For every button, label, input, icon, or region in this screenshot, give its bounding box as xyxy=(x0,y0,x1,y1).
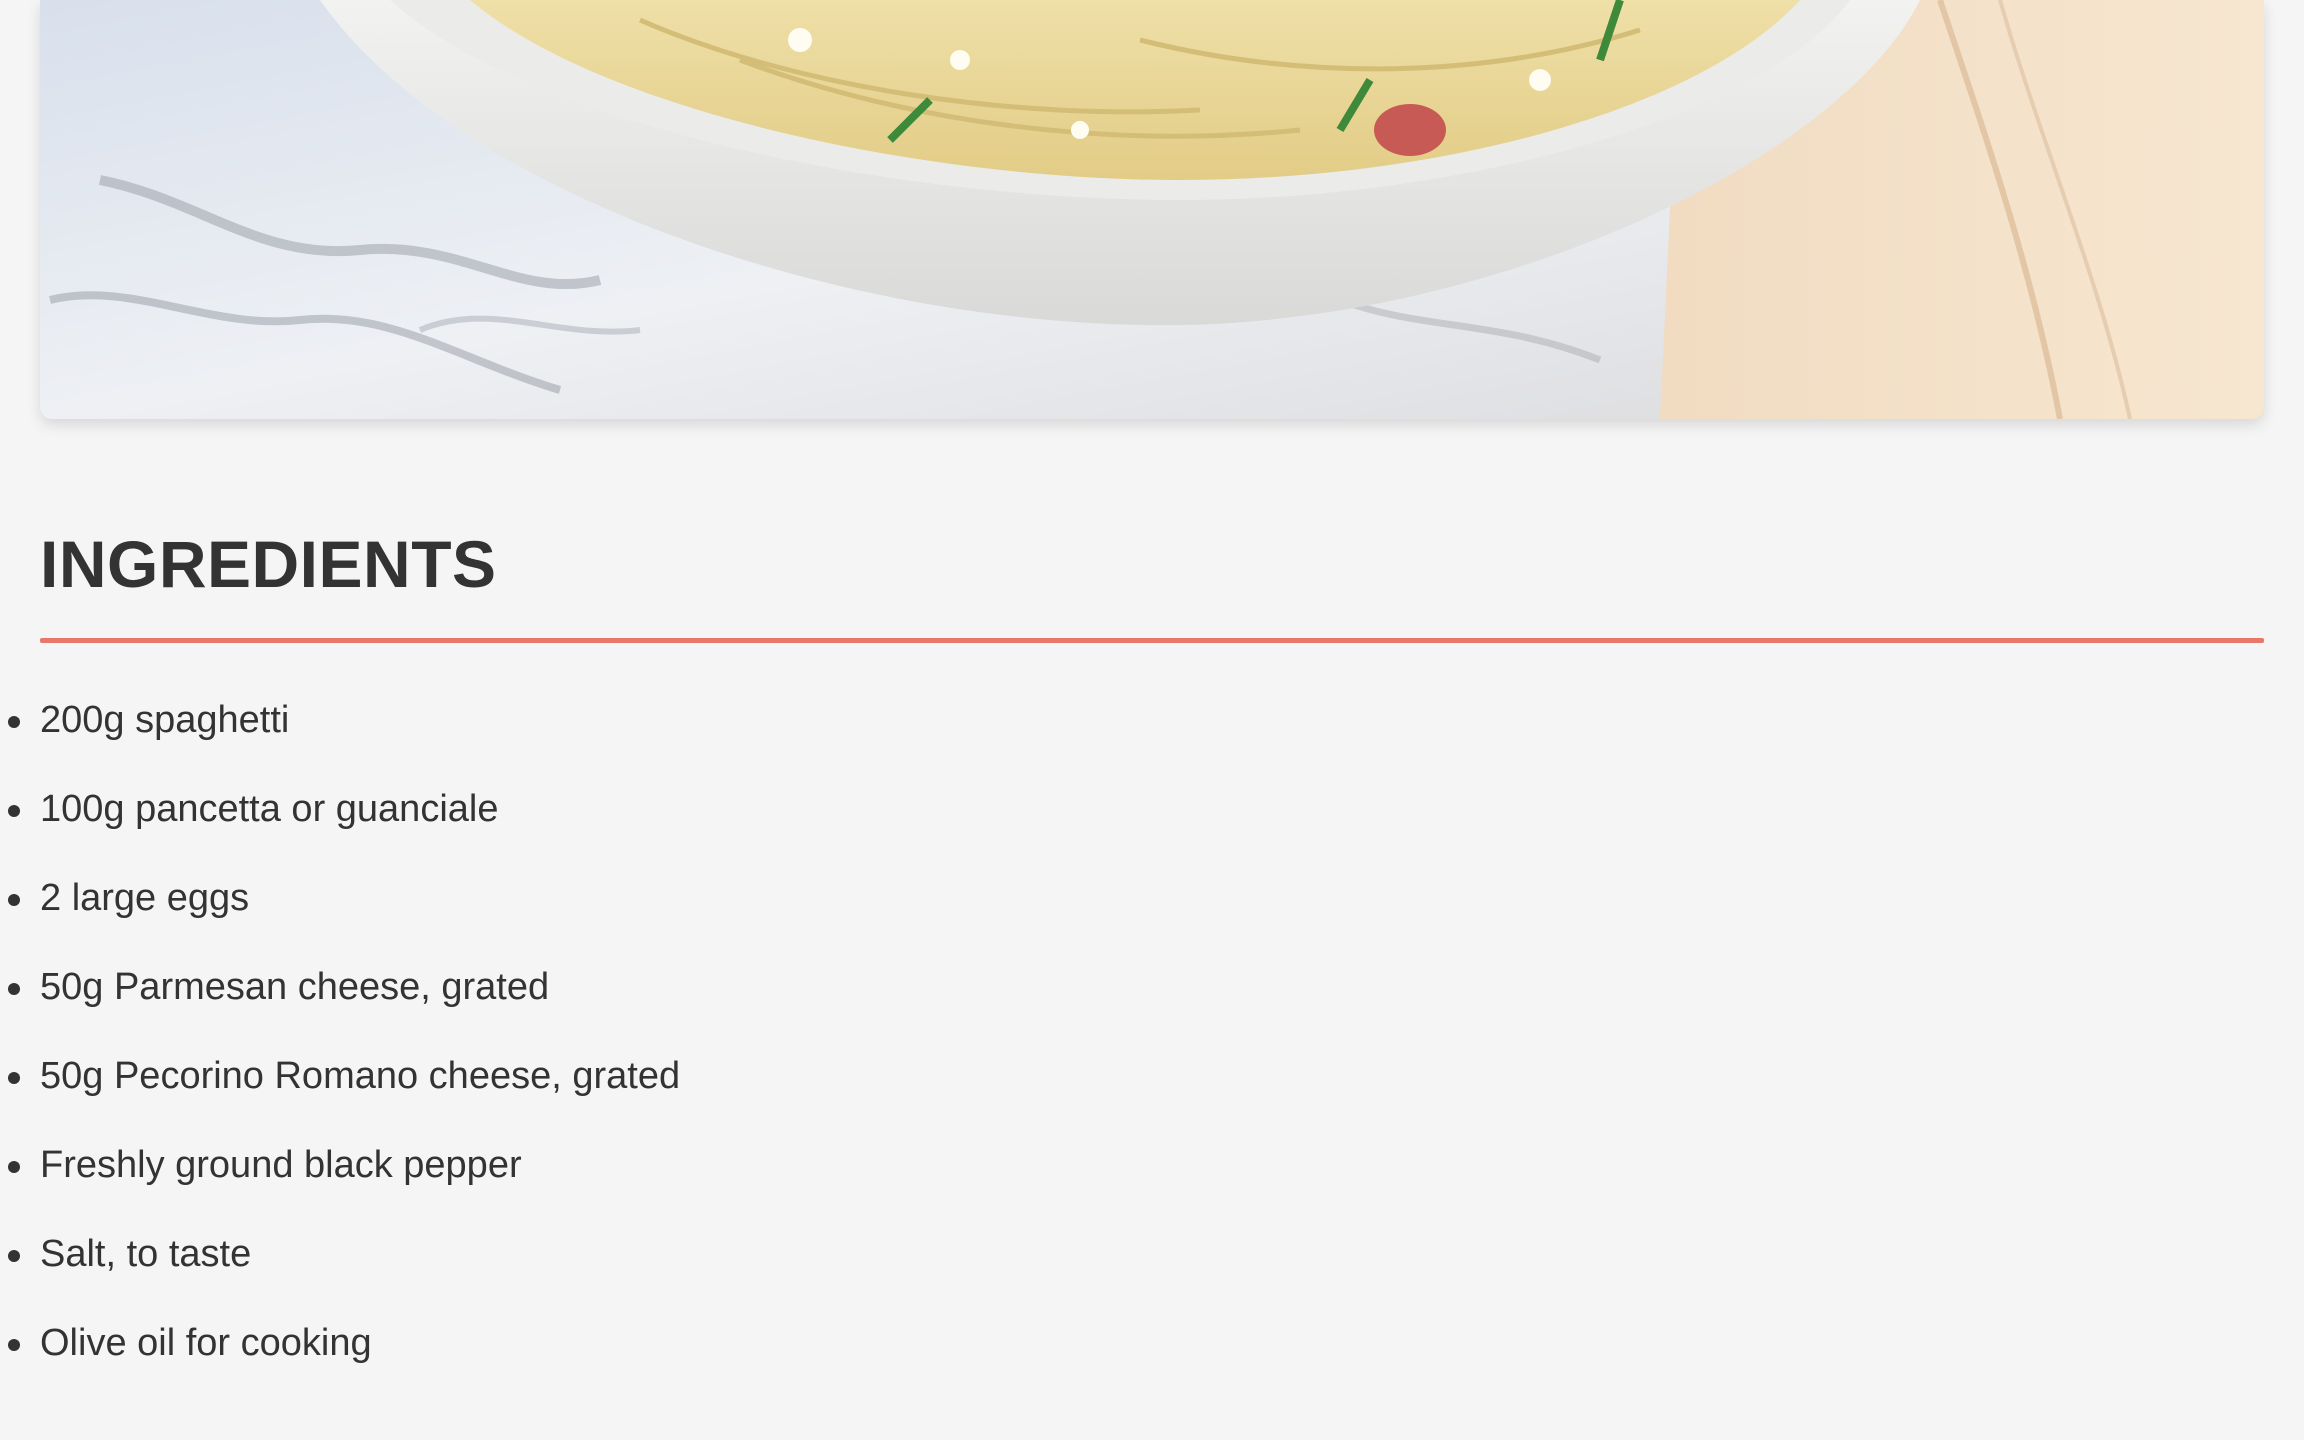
list-item: Salt, to taste xyxy=(0,1222,680,1311)
list-item: 2 large eggs xyxy=(0,866,680,955)
ingredient-text: Freshly ground black pepper xyxy=(40,1144,522,1186)
ingredient-text: Olive oil for cooking xyxy=(40,1322,372,1364)
bullet-icon xyxy=(8,716,20,728)
bullet-icon xyxy=(8,1072,20,1084)
ingredient-text: 200g spaghetti xyxy=(40,699,290,741)
ingredient-text: 50g Pecorino Romano cheese, grated xyxy=(40,1055,681,1097)
list-item: 200g spaghetti xyxy=(0,688,680,777)
ingredient-text: Salt, to taste xyxy=(40,1233,252,1275)
bullet-icon xyxy=(8,1250,20,1262)
ingredient-text: 2 large eggs xyxy=(40,877,250,919)
ingredient-text: 50g Parmesan cheese, grated xyxy=(40,966,550,1008)
recipe-page: INGREDIENTS 200g spaghetti 100g pancetta… xyxy=(0,0,2304,1440)
list-item: 50g Pecorino Romano cheese, grated xyxy=(0,1044,680,1133)
list-item: 50g Parmesan cheese, grated xyxy=(0,955,680,1044)
list-item: 100g pancetta or guanciale xyxy=(0,777,680,866)
ingredients-heading: INGREDIENTS xyxy=(40,527,497,601)
bullet-icon xyxy=(8,1339,20,1351)
pasta-carbonara-photo-icon xyxy=(40,0,2264,419)
ingredients-list: 200g spaghetti 100g pancetta or guancial… xyxy=(0,688,680,1400)
heading-divider xyxy=(40,638,2264,643)
list-item: Olive oil for cooking xyxy=(0,1311,680,1400)
bullet-icon xyxy=(8,894,20,906)
bullet-icon xyxy=(8,1161,20,1173)
bullet-icon xyxy=(8,983,20,995)
ingredient-text: 100g pancetta or guanciale xyxy=(40,788,499,830)
bullet-icon xyxy=(8,805,20,817)
list-item: Freshly ground black pepper xyxy=(0,1133,680,1222)
hero-image xyxy=(40,0,2264,419)
